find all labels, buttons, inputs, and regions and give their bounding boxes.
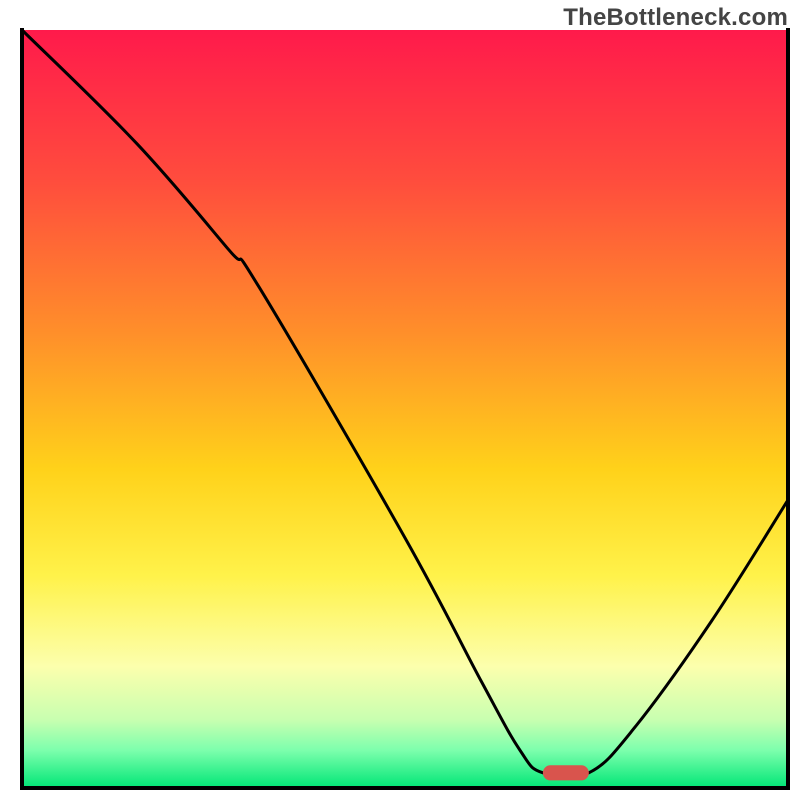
plot-area: [22, 30, 788, 788]
chart-container: TheBottleneck.com: [0, 0, 800, 800]
watermark-text: TheBottleneck.com: [563, 4, 788, 32]
optimal-marker: [543, 765, 589, 780]
bottleneck-chart: [0, 0, 800, 800]
